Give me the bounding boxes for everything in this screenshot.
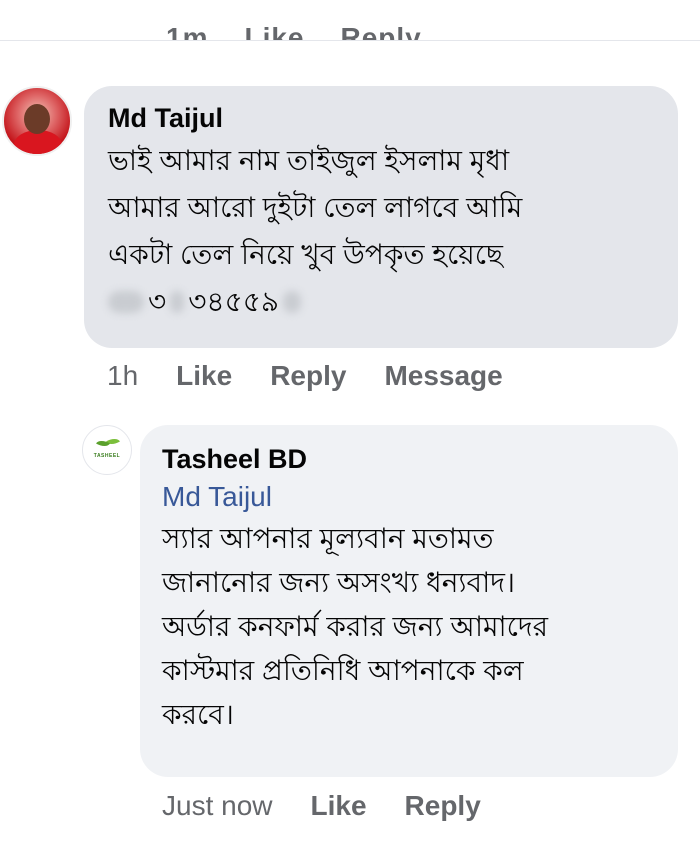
- like-button[interactable]: Like: [311, 790, 367, 822]
- reply-line: অর্ডার কনফার্ম করার জন্য আমাদের: [162, 611, 549, 642]
- avatar-face: [24, 104, 50, 134]
- reply-line: করবে।: [162, 699, 234, 730]
- message-button[interactable]: Message: [384, 360, 502, 392]
- comment-line: ভাই আমার নাম তাইজুল ইসলাম মৃধা: [108, 145, 510, 176]
- reply-bubble: Tasheel BD Md Taijul স্যার আপনার মূল্যবা…: [140, 425, 678, 777]
- comment-time[interactable]: 1h: [107, 360, 138, 392]
- reply-actions: Just now Like Reply: [162, 790, 519, 822]
- comment-author[interactable]: Md Taijul: [108, 100, 678, 136]
- redacted-digits: [108, 290, 144, 313]
- redacted-digits: [170, 290, 185, 313]
- previous-comment-actions: 1m Like Reply: [0, 0, 700, 41]
- previous-comment-like-button[interactable]: Like: [244, 22, 304, 40]
- reply-line: স্যার আপনার মূল্যবান মতামত: [162, 523, 494, 554]
- comment-bubble: Md Taijul ভাই আমার নাম তাইজুল ইসলাম মৃধা…: [84, 86, 678, 348]
- avatar[interactable]: [2, 86, 72, 156]
- comment-line: একটা তেল নিয়ে খুব উপকৃত হয়েছে: [108, 239, 503, 270]
- comment-line: আমার আরো দুইটা তেল লাগবে আমি: [108, 192, 523, 223]
- reply-button[interactable]: Reply: [270, 360, 346, 392]
- mention-link[interactable]: Md Taijul: [162, 477, 678, 517]
- previous-comment-reply-button[interactable]: Reply: [341, 22, 422, 40]
- reply-button[interactable]: Reply: [405, 790, 481, 822]
- phone-digits: ৩: [148, 286, 167, 317]
- phone-digits: ৩৪৫৫৯: [188, 286, 280, 317]
- redacted-digits: [283, 290, 302, 313]
- page-avatar[interactable]: TASHEEL: [82, 425, 132, 475]
- reply-time[interactable]: Just now: [162, 790, 273, 822]
- phone-number: ৩ ৩৪৫৫৯: [108, 279, 678, 324]
- reply-line: কাস্টমার প্রতিনিধি আপনাকে কল: [162, 655, 524, 686]
- avatar-brand-text: TASHEEL: [93, 453, 121, 459]
- previous-comment-time: 1m: [166, 22, 209, 41]
- comment-actions: 1h Like Reply Message: [107, 360, 541, 392]
- reply-author[interactable]: Tasheel BD: [162, 441, 678, 477]
- like-button[interactable]: Like: [176, 360, 232, 392]
- reply-line: জানানোর জন্য অসংখ্য ধন্যবাদ।: [162, 567, 515, 598]
